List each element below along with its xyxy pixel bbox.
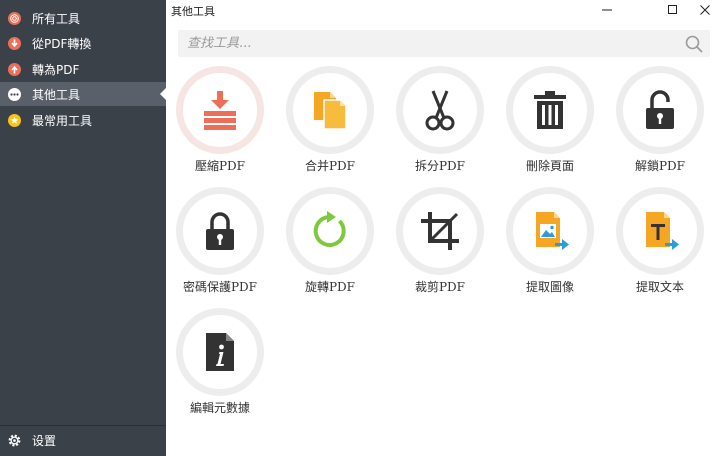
tool-label: 合并PDF xyxy=(304,159,356,173)
sidebar: 所有工具 從PDF轉換 轉為PDF 其他工具 最常用工具 设置 xyxy=(0,0,167,456)
tool-icon-circle xyxy=(286,66,374,154)
tool-icon-circle xyxy=(396,66,484,154)
tool-icon-circle xyxy=(286,187,374,275)
tool-label: 提取文本 xyxy=(635,280,684,294)
trash-icon xyxy=(534,91,566,129)
crop-icon xyxy=(421,212,459,250)
tool-icon-circle xyxy=(616,66,704,154)
rotate-icon xyxy=(313,211,346,247)
page-title: 其他工具 xyxy=(171,5,215,18)
maximize-button[interactable] xyxy=(658,0,688,20)
search-bar xyxy=(178,30,710,57)
search-icon[interactable] xyxy=(684,34,704,54)
tool-unlock-pdf[interactable]: 解鎖PDF xyxy=(610,66,710,184)
tool-icon-circle xyxy=(176,308,264,396)
sidebar-item-label: 其他工具 xyxy=(32,87,81,102)
tool-extract-text[interactable]: 提取文本 xyxy=(610,187,710,305)
tool-label: 密碼保護PDF xyxy=(182,280,258,294)
convert-from-icon xyxy=(8,36,21,50)
tool-icon-circle xyxy=(506,187,594,275)
tool-label: 編輯元數據 xyxy=(189,401,250,415)
tool-label: 刪除頁面 xyxy=(525,159,574,173)
metadata-icon xyxy=(206,333,234,371)
sidebar-divider xyxy=(0,425,166,426)
tool-label: 解鎖PDF xyxy=(634,159,686,173)
extract-text-icon xyxy=(646,212,679,250)
compress-icon xyxy=(204,91,236,130)
sidebar-item-other-tools[interactable]: 其他工具 xyxy=(0,82,167,106)
tool-rotate-pdf[interactable]: 旋轉PDF xyxy=(280,187,380,305)
minimize-icon xyxy=(602,9,612,11)
more-icon xyxy=(8,87,21,101)
close-icon xyxy=(700,5,710,15)
star-icon xyxy=(8,113,21,127)
extract-image-icon xyxy=(536,212,569,250)
gear-icon xyxy=(8,434,21,446)
minimize-button[interactable] xyxy=(592,0,622,20)
tool-label: 提取圖像 xyxy=(525,280,574,294)
tool-icon-circle xyxy=(176,187,264,275)
sidebar-item-favorites[interactable]: 最常用工具 xyxy=(0,108,166,132)
tool-crop-pdf[interactable]: 裁剪PDF xyxy=(390,187,490,305)
tool-extract-images[interactable]: 提取圖像 xyxy=(500,187,600,305)
sidebar-item-convert-from[interactable]: 從PDF轉換 xyxy=(0,31,166,55)
sidebar-item-label: 最常用工具 xyxy=(32,113,93,128)
search-input[interactable] xyxy=(178,30,684,57)
close-button[interactable] xyxy=(690,0,720,20)
sidebar-item-convert-to[interactable]: 轉為PDF xyxy=(0,57,166,81)
tool-edit-metadata[interactable]: 編輯元數據 xyxy=(170,308,270,426)
merge-icon xyxy=(314,92,347,130)
tool-icon-circle xyxy=(176,66,264,154)
tool-delete-pages[interactable]: 刪除頁面 xyxy=(500,66,600,184)
maximize-icon xyxy=(668,5,677,14)
tool-icon-circle xyxy=(396,187,484,275)
title-bar: 其他工具 xyxy=(166,0,720,22)
tool-label: 壓縮PDF xyxy=(194,159,246,173)
scissors-icon xyxy=(425,90,455,131)
tool-merge-pdf[interactable]: 合并PDF xyxy=(280,66,380,184)
sidebar-item-label: 從PDF轉換 xyxy=(32,36,92,51)
lock-icon xyxy=(206,212,234,250)
settings-label: 设置 xyxy=(32,433,57,448)
sidebar-item-all-tools[interactable]: 所有工具 xyxy=(0,6,166,30)
tool-password-protect-pdf[interactable]: 密碼保護PDF xyxy=(170,187,270,305)
unlock-icon xyxy=(646,90,674,129)
tool-icon-circle xyxy=(506,66,594,154)
tool-icon-circle xyxy=(616,187,704,275)
convert-to-icon xyxy=(8,62,21,76)
settings-button[interactable]: 设置 xyxy=(0,428,166,452)
tool-label: 旋轉PDF xyxy=(304,280,356,294)
sidebar-item-label: 所有工具 xyxy=(32,11,81,26)
tool-compress-pdf[interactable]: 壓縮PDF xyxy=(170,66,270,184)
tool-split-pdf[interactable]: 拆分PDF xyxy=(390,66,490,184)
tool-label: 拆分PDF xyxy=(414,159,466,173)
sidebar-item-label: 轉為PDF xyxy=(32,62,80,77)
all-tools-icon xyxy=(8,11,21,25)
tool-label: 裁剪PDF xyxy=(414,280,466,294)
